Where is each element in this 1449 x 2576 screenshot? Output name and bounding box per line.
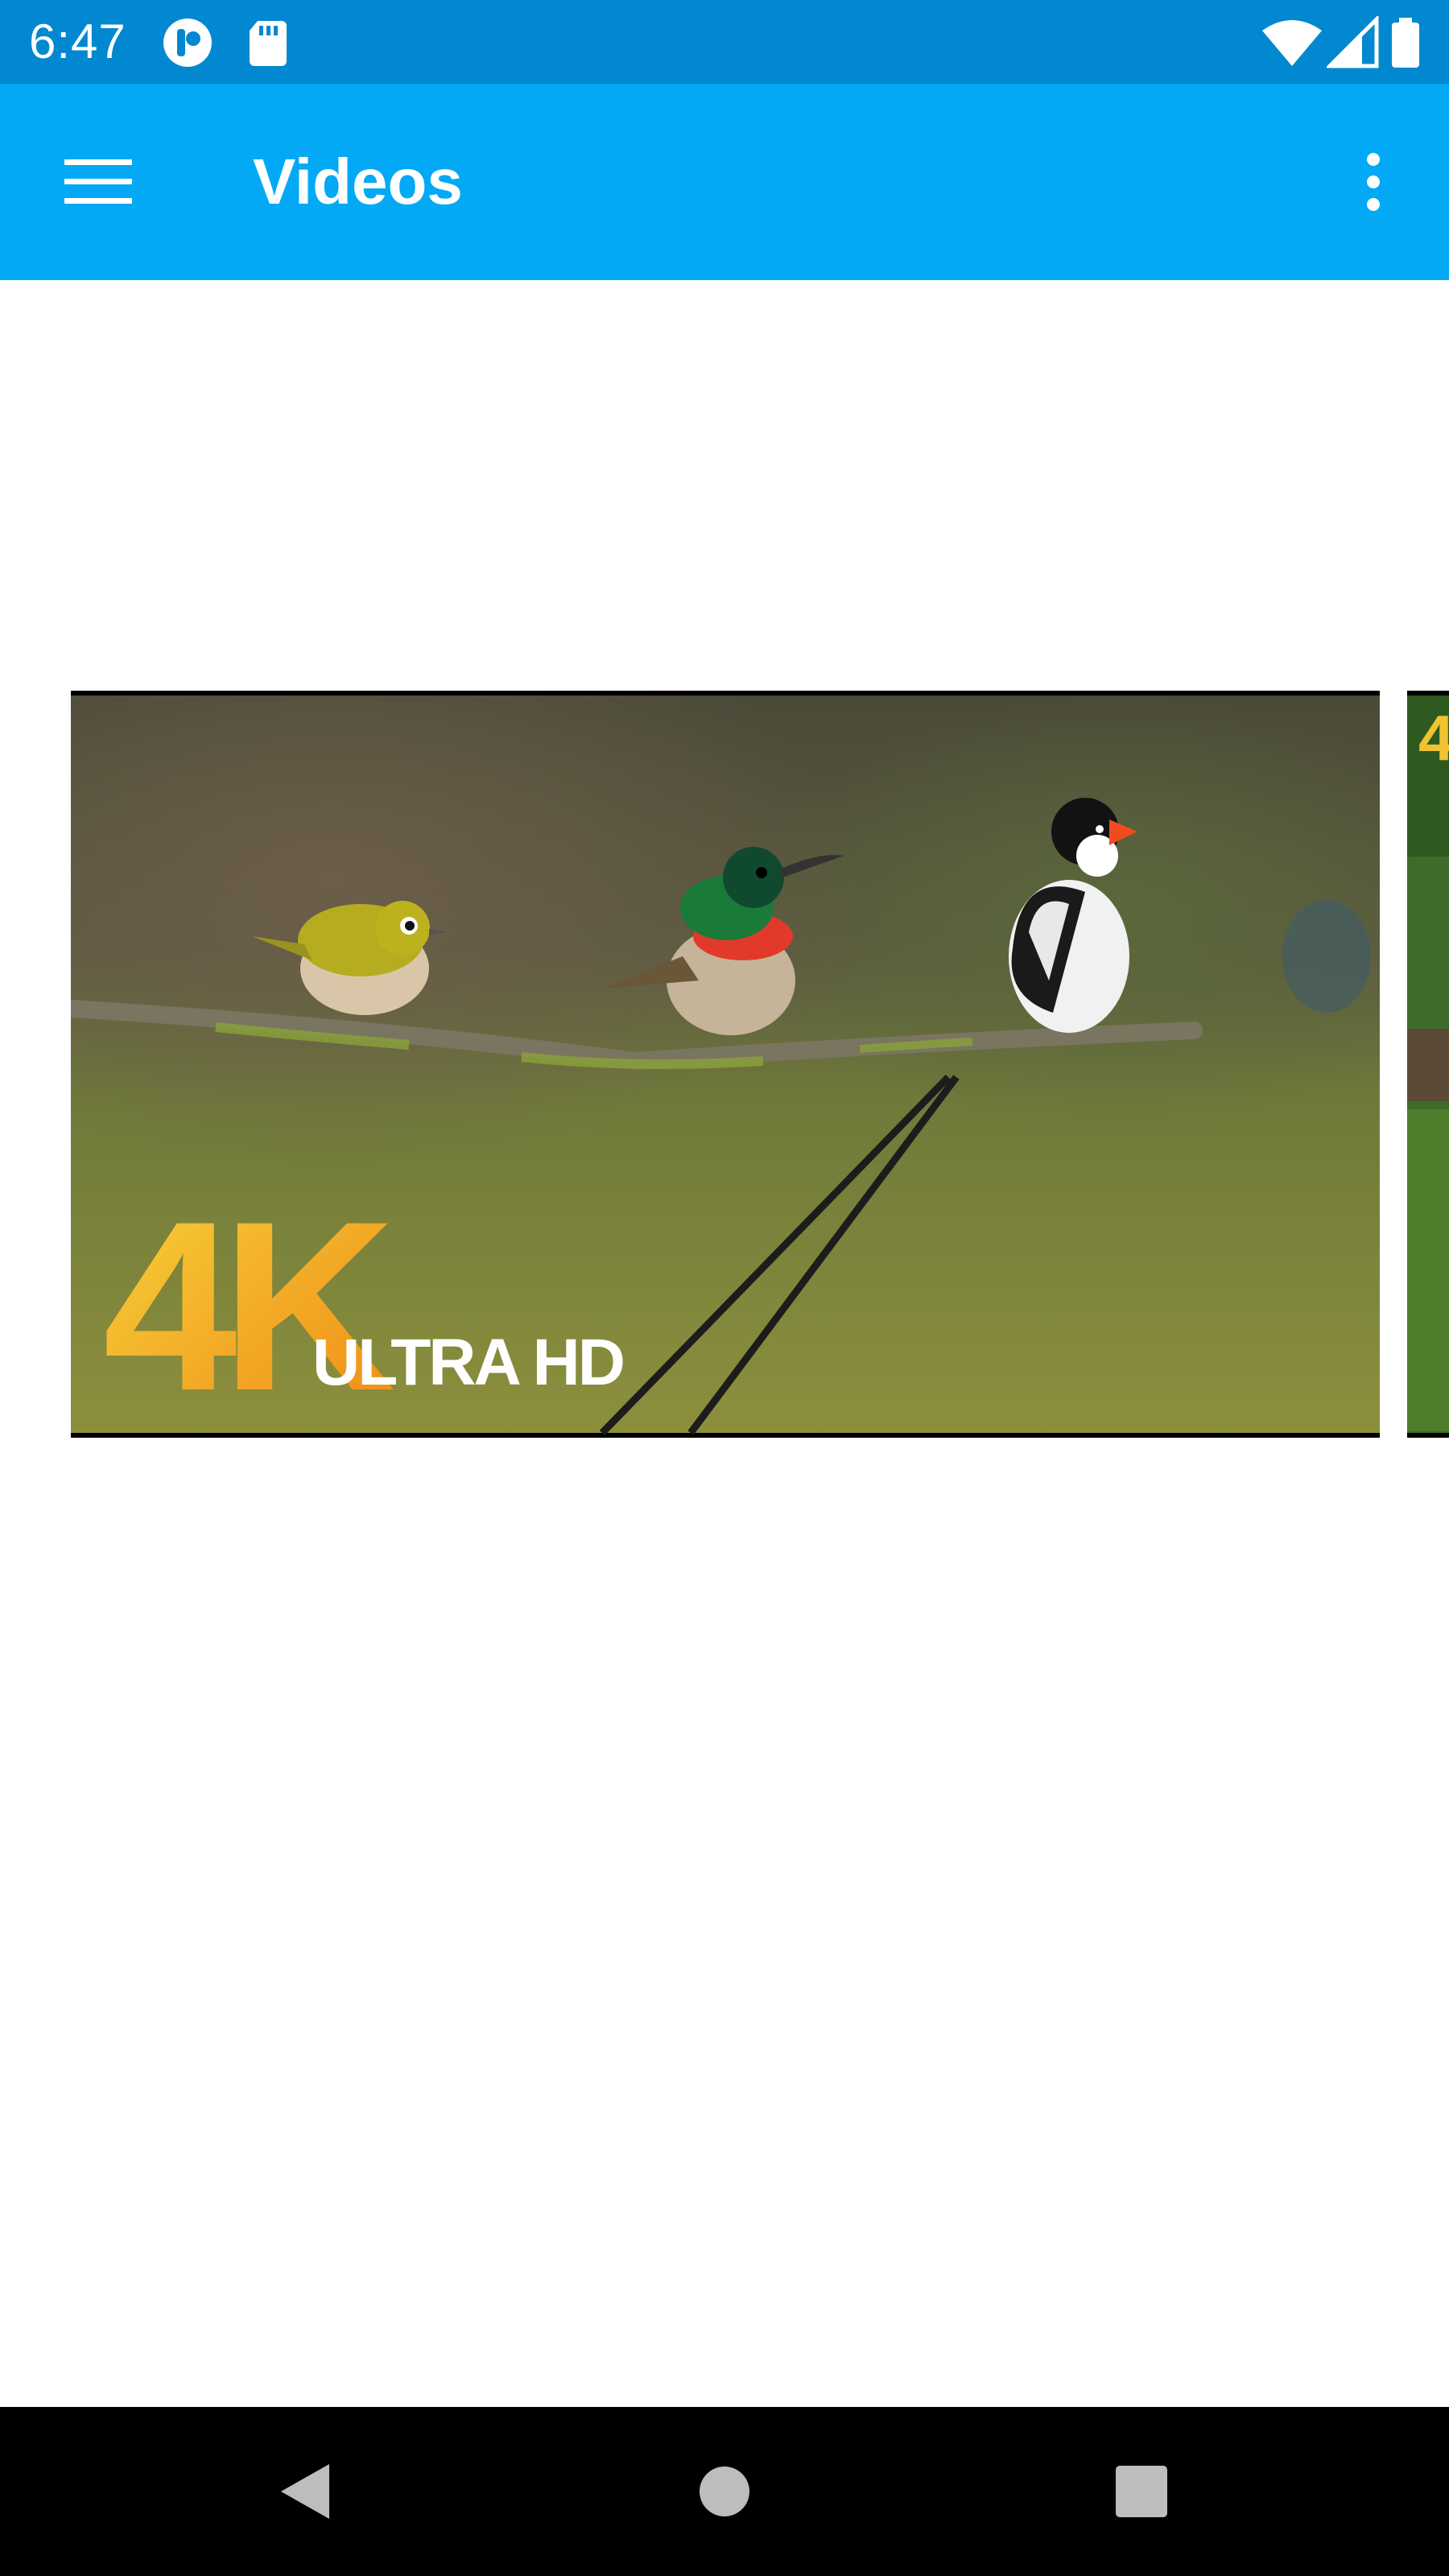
- video-thumbnail-next[interactable]: 4: [1407, 691, 1449, 1438]
- wifi-icon: [1262, 20, 1322, 66]
- cell-signal-icon: [1327, 16, 1379, 68]
- video-thumbnail[interactable]: 4K ULTRA HD: [71, 691, 1380, 1438]
- more-vert-icon: [1367, 153, 1380, 211]
- video-thumbnail-image: 4K ULTRA HD: [71, 696, 1380, 1438]
- sd-card-icon: [250, 21, 287, 66]
- next-thumb-badge: 4: [1418, 702, 1449, 774]
- thumb-badge-ultrahd: ULTRA HD: [312, 1326, 623, 1399]
- hamburger-menu-icon: [64, 159, 132, 204]
- screen: 6:47 Videos 4K ULTRA HD 4: [0, 0, 1449, 2576]
- back-icon: [281, 2464, 329, 2519]
- status-time: 6:47: [29, 14, 126, 68]
- recents-icon: [1116, 2466, 1167, 2517]
- nav-back-button[interactable]: [256, 2443, 353, 2540]
- battery-icon: [1392, 18, 1419, 68]
- menu-button[interactable]: [50, 134, 147, 230]
- navigation-bar: [0, 2407, 1449, 2576]
- nav-home-button[interactable]: [676, 2443, 773, 2540]
- home-icon: [700, 2467, 749, 2516]
- video-thumbnail-next-image: 4: [1407, 696, 1449, 1433]
- app-bar: Videos: [0, 84, 1449, 280]
- nav-recents-button[interactable]: [1093, 2443, 1190, 2540]
- overflow-menu-button[interactable]: [1325, 134, 1422, 230]
- notification-app-icon: [163, 19, 212, 67]
- app-title: Videos: [253, 146, 463, 217]
- status-bar: 6:47: [0, 0, 1449, 84]
